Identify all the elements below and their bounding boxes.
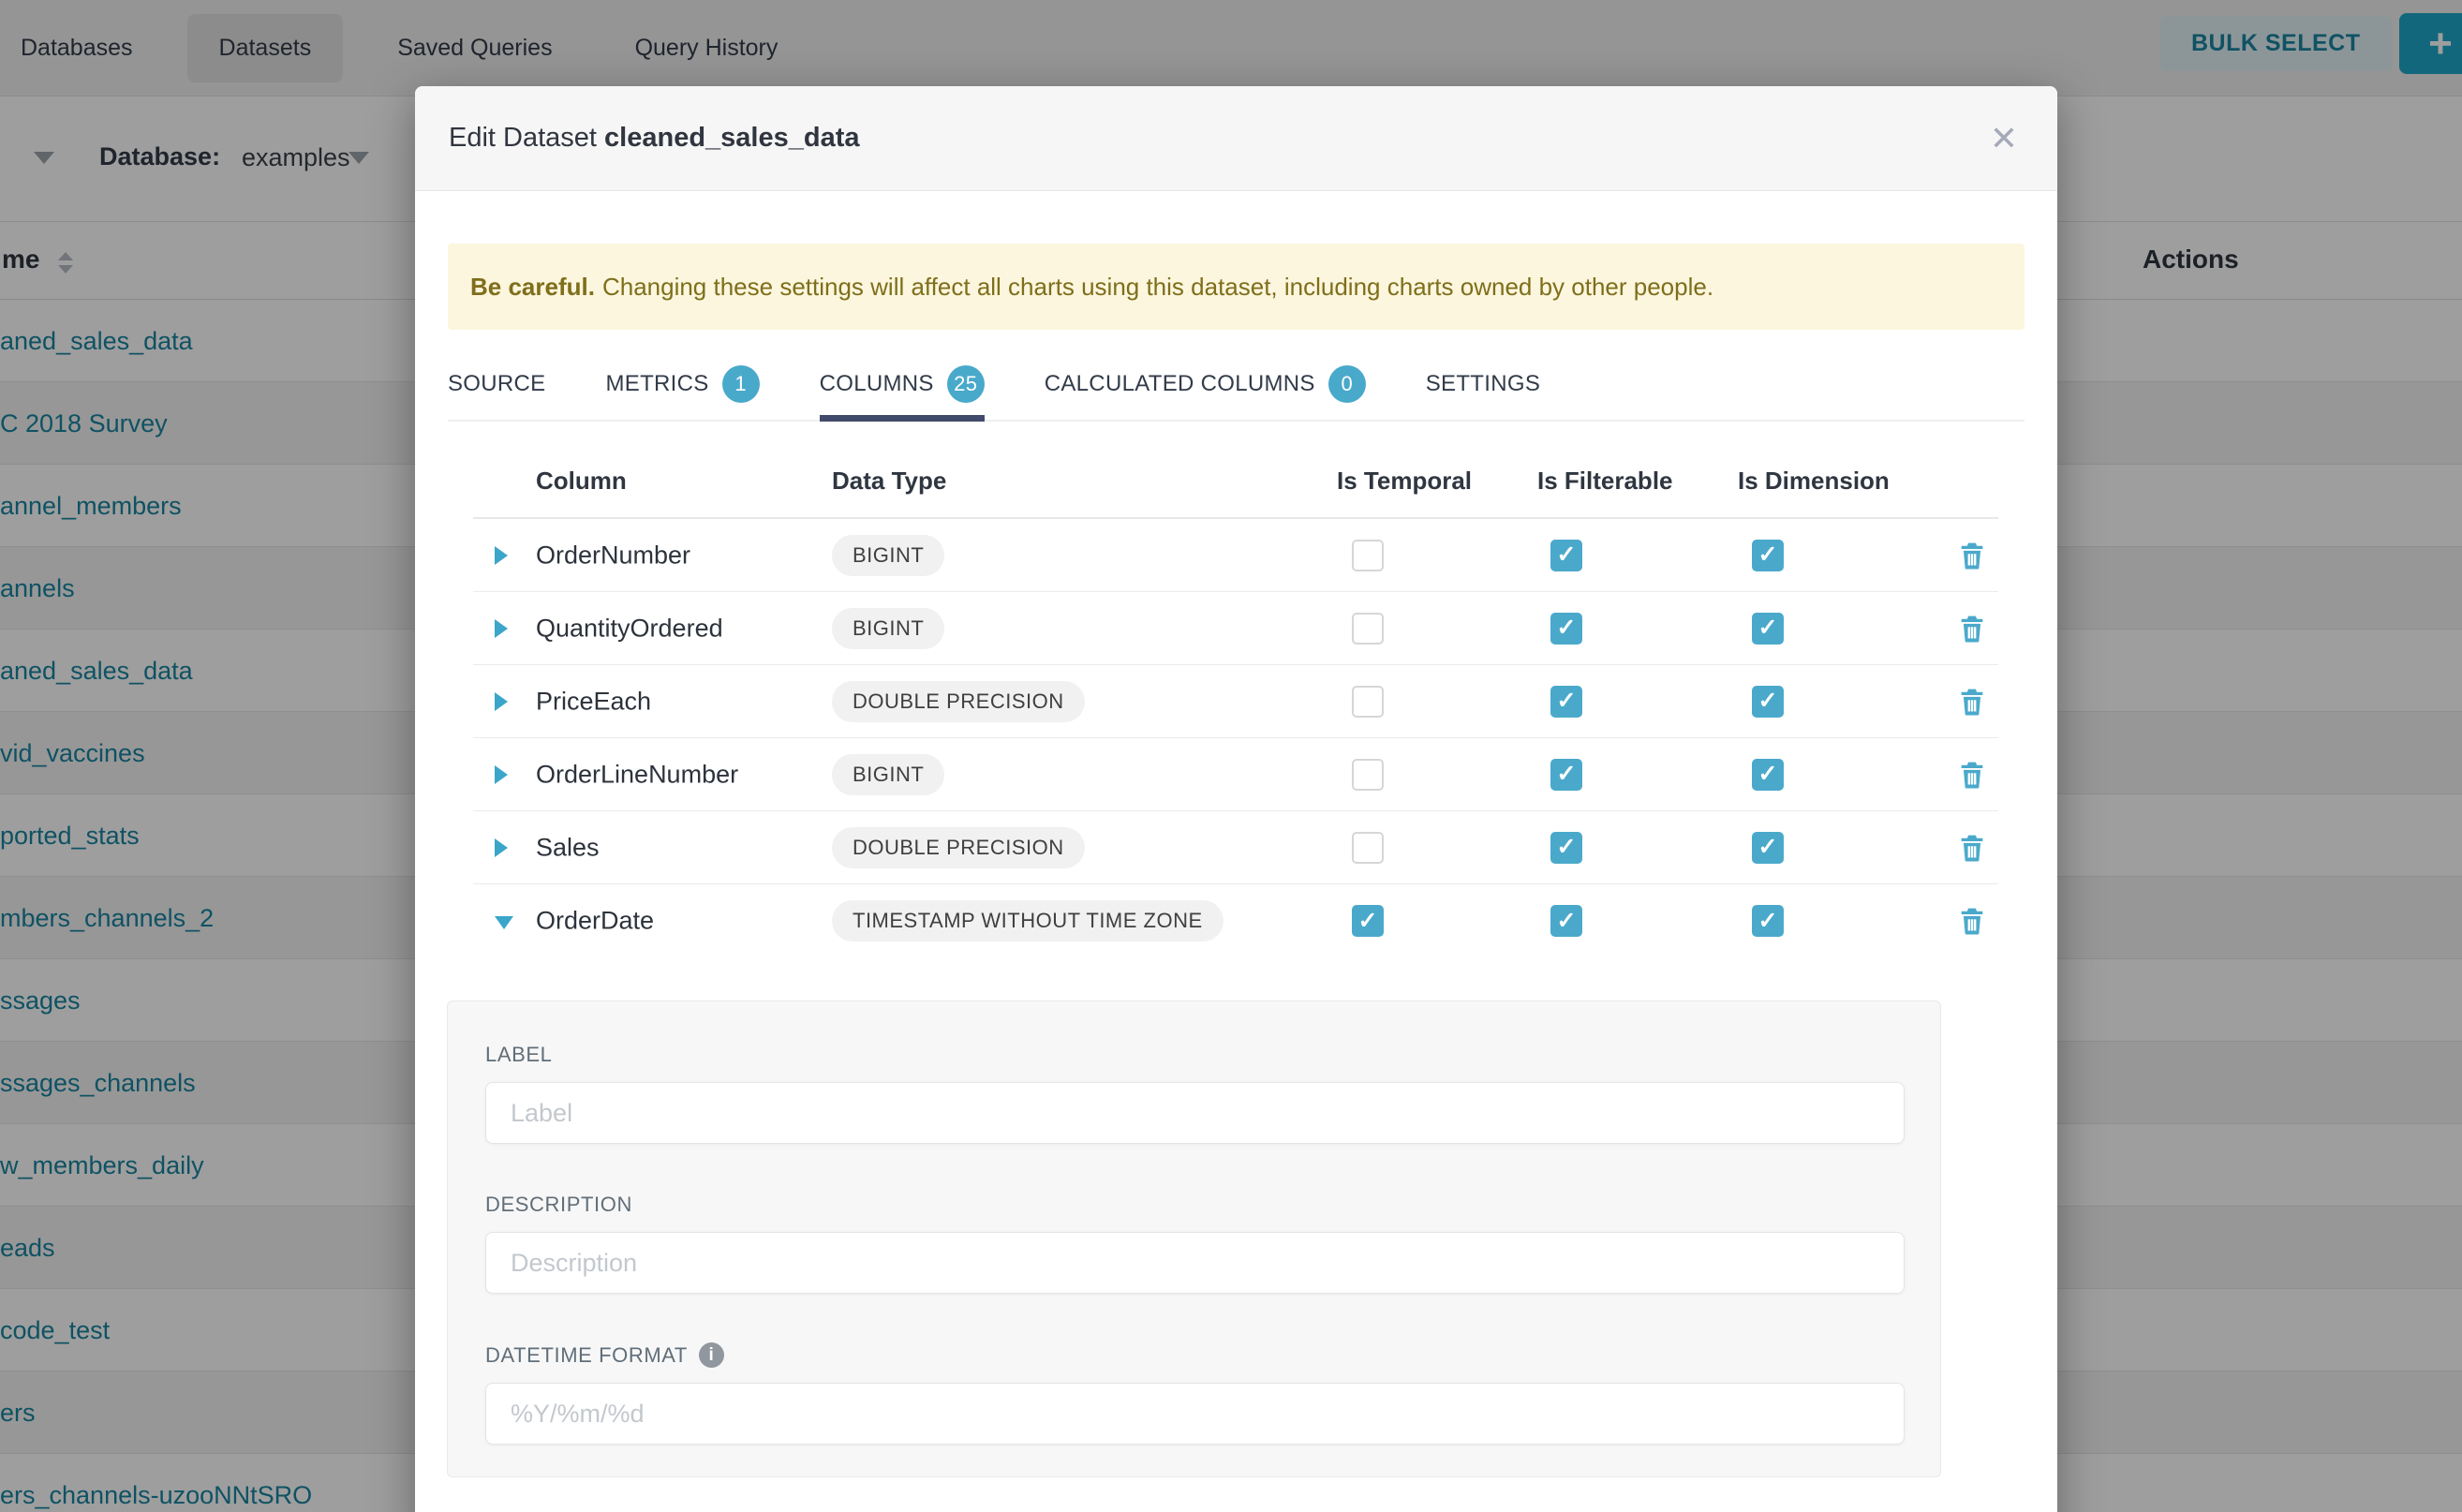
data-type-badge: DOUBLE PRECISION (832, 681, 1085, 722)
caret-down-icon[interactable] (495, 916, 513, 929)
is-filterable-checkbox[interactable] (1550, 686, 1582, 718)
is-filterable-checkbox[interactable] (1550, 832, 1582, 864)
is-filterable-checkbox[interactable] (1550, 613, 1582, 645)
close-icon[interactable]: ✕ (1990, 122, 2018, 156)
tab-metrics[interactable]: METRICS 1 (605, 365, 759, 420)
is-temporal-checkbox[interactable] (1352, 759, 1384, 791)
column-row: OrderLineNumber BIGINT (473, 738, 1998, 811)
is-temporal-checkbox[interactable] (1352, 540, 1384, 571)
is-dimension-checkbox[interactable] (1752, 832, 1784, 864)
trash-icon[interactable] (1956, 613, 1988, 645)
is-filterable-checkbox[interactable] (1550, 759, 1582, 791)
info-icon[interactable]: i (699, 1342, 724, 1368)
trash-icon[interactable] (1956, 759, 1988, 791)
is-temporal-checkbox[interactable] (1352, 613, 1384, 645)
label-input[interactable] (485, 1082, 1905, 1144)
tab-settings[interactable]: SETTINGS (1426, 365, 1540, 420)
label-field-label: LABEL (485, 1043, 1903, 1067)
data-type-badge: TIMESTAMP WITHOUT TIME ZONE (832, 900, 1224, 941)
is-dimension-checkbox[interactable] (1752, 540, 1784, 571)
column-row: OrderDate TIMESTAMP WITHOUT TIME ZONE (473, 884, 1998, 957)
modal-header: Edit Dataset cleaned_sales_data ✕ (415, 86, 2057, 191)
description-field-label: DESCRIPTION (485, 1193, 1903, 1217)
column-row: PriceEach DOUBLE PRECISION (473, 665, 1998, 738)
edit-dataset-modal: Edit Dataset cleaned_sales_data ✕ Be car… (415, 86, 2057, 1512)
caret-right-icon[interactable] (495, 838, 508, 857)
modal-body: Be careful. Changing these settings will… (415, 244, 2057, 1477)
data-type-badge: BIGINT (832, 754, 944, 795)
is-dimension-checkbox[interactable] (1752, 905, 1784, 937)
data-type-badge: BIGINT (832, 535, 944, 576)
caret-right-icon[interactable] (495, 619, 508, 638)
is-dimension-checkbox[interactable] (1752, 759, 1784, 791)
columns-table: Column Data Type Is Temporal Is Filterab… (473, 459, 1998, 957)
modal-title: Edit Dataset cleaned_sales_data (449, 123, 860, 154)
tab-count-badge: 0 (1328, 365, 1366, 403)
is-temporal-checkbox[interactable] (1352, 832, 1384, 864)
header-is-filterable: Is Filterable (1537, 467, 1673, 496)
warning-banner: Be careful. Changing these settings will… (448, 244, 2024, 330)
is-temporal-checkbox[interactable] (1352, 686, 1384, 718)
trash-icon[interactable] (1956, 686, 1988, 718)
data-type-badge: BIGINT (832, 608, 944, 649)
tab-count-badge: 1 (722, 365, 760, 403)
column-row: QuantityOrdered BIGINT (473, 592, 1998, 665)
column-detail-panel: LABEL DESCRIPTION DATETIME FORMAT i (447, 1001, 1941, 1477)
modal-title-dataset-name: cleaned_sales_data (604, 123, 859, 153)
tab-source[interactable]: SOURCE (448, 365, 545, 420)
trash-icon[interactable] (1956, 540, 1988, 571)
warning-bold: Be careful. (470, 273, 595, 302)
is-dimension-checkbox[interactable] (1752, 613, 1784, 645)
is-temporal-checkbox[interactable] (1352, 905, 1384, 937)
is-dimension-checkbox[interactable] (1752, 686, 1784, 718)
header-is-temporal: Is Temporal (1337, 467, 1472, 496)
modal-title-prefix: Edit Dataset (449, 123, 597, 153)
is-filterable-checkbox[interactable] (1550, 905, 1582, 937)
columns-table-body: OrderNumber BIGINT QuantityOrdered BIGIN… (473, 519, 1998, 957)
description-input[interactable] (485, 1232, 1905, 1294)
is-filterable-checkbox[interactable] (1550, 540, 1582, 571)
screen: Databases Datasets Saved Queries Query H… (0, 0, 2462, 1512)
header-data-type: Data Type (832, 467, 946, 496)
datetime-format-field-label: DATETIME FORMAT i (485, 1342, 1903, 1368)
trash-icon[interactable] (1956, 905, 1988, 937)
modal-tabs: SOURCE METRICS 1 COLUMNS 25 CALCULATED C… (448, 365, 2024, 422)
caret-right-icon[interactable] (495, 692, 508, 711)
column-row: Sales DOUBLE PRECISION (473, 811, 1998, 884)
datetime-format-input[interactable] (485, 1383, 1905, 1445)
trash-icon[interactable] (1956, 832, 1988, 864)
tab-count-badge: 25 (947, 365, 985, 403)
caret-right-icon[interactable] (495, 546, 508, 565)
warning-text: Changing these settings will affect all … (602, 273, 1713, 302)
column-row: OrderNumber BIGINT (473, 519, 1998, 592)
header-column: Column (536, 467, 627, 496)
header-is-dimension: Is Dimension (1738, 467, 1890, 496)
caret-right-icon[interactable] (495, 765, 508, 784)
columns-table-header: Column Data Type Is Temporal Is Filterab… (473, 459, 1998, 519)
tab-columns[interactable]: COLUMNS 25 (820, 365, 985, 420)
tab-calculated-columns[interactable]: CALCULATED COLUMNS 0 (1045, 365, 1366, 420)
data-type-badge: DOUBLE PRECISION (832, 827, 1085, 868)
